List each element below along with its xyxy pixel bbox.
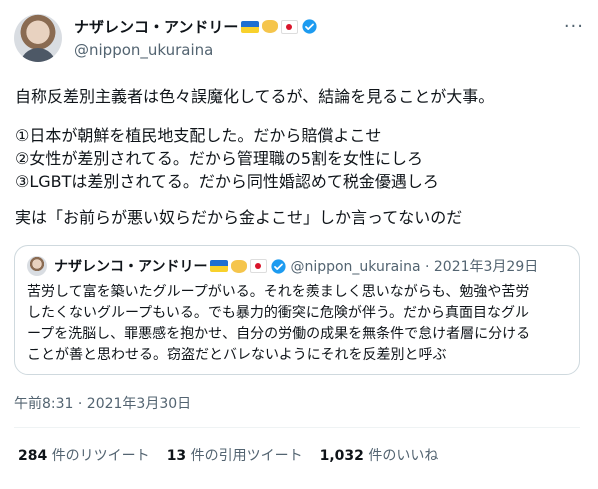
- quoted-tweet-card[interactable]: ナザレンコ・アンドリー @nippon_ukuraina · 2021年3月29…: [14, 245, 580, 375]
- likes-stat[interactable]: 1,032 件のいいね: [320, 445, 439, 465]
- author-name[interactable]: ナザレンコ・アンドリー: [74, 16, 238, 37]
- tweet-text-line: ③LGBTは差別されてる。だから同性婚認めて税金優遇しろ: [15, 172, 439, 191]
- flag-japan-icon: [250, 259, 268, 273]
- quoted-text-line: ことが善と思わせる。窃盗だとバレないようにそれを反差別と呼ぶ: [27, 347, 447, 363]
- tweet-text-line: 自称反差別主義者は色々誤魔化してるが、結論を見ることが大事。: [15, 87, 495, 106]
- likes-count: 1,032: [319, 448, 364, 464]
- divider: [14, 427, 580, 428]
- quoted-tweet-header: ナザレンコ・アンドリー @nippon_ukuraina · 2021年3月29…: [27, 256, 538, 276]
- quoted-text-line: ープを洗脳し、罪悪感を抱かせ、自分の労働の成果を無条件で怠け者層に分ける: [27, 326, 531, 342]
- likes-label: 件のいいね: [368, 448, 439, 464]
- tweet-stats: 284 件のリツイート 13 件の引用ツイート 1,032 件のいいね: [18, 445, 438, 465]
- tweet-text-line: ①日本が朝鮮を植民地支配した。だから賠償よこせ: [15, 126, 382, 145]
- author-avatar[interactable]: [14, 14, 62, 62]
- tweet-text-line: 実は「お前らが悪い奴らだから金よこせ」しか言ってないのだ: [15, 208, 463, 227]
- author-name-row[interactable]: ナザレンコ・アンドリー: [74, 16, 318, 37]
- author-handle[interactable]: @nippon_ukuraina: [74, 41, 213, 59]
- retweets-count: 284: [18, 448, 48, 464]
- handshake-icon: [231, 259, 248, 273]
- quotes-label: 件の引用ツイート: [190, 448, 303, 464]
- retweets-stat[interactable]: 284 件のリツイート: [18, 445, 150, 465]
- tweet-timestamp[interactable]: 午前8:31 · 2021年3月30日: [14, 393, 191, 413]
- quoted-text-line: 苦労して富を築いたグループがいる。それを羨ましく思いながらも、勉強や苦労: [27, 284, 530, 300]
- more-icon[interactable]: ···: [564, 16, 584, 37]
- quoted-tweet-meta: @nippon_ukuraina · 2021年3月29日: [290, 259, 539, 275]
- flag-japan-icon: [281, 19, 299, 34]
- handshake-icon: [262, 20, 279, 33]
- flag-ukraine-icon: [210, 260, 229, 272]
- quoted-author-name: ナザレンコ・アンドリー: [54, 259, 208, 275]
- verified-icon: [302, 19, 317, 34]
- tweet-text-line: ②女性が差別されてる。だから管理職の5割を女性にしろ: [15, 149, 424, 168]
- quotes-stat[interactable]: 13 件の引用ツイート: [167, 445, 303, 465]
- verified-icon: [271, 258, 287, 274]
- quoted-author-avatar: [27, 256, 47, 276]
- flag-ukraine-icon: [241, 20, 260, 33]
- quoted-text-line: したくないグループもいる。でも暴力的衝突に危険が伴う。だから真面目なグル: [27, 305, 530, 321]
- retweets-label: 件のリツイート: [51, 448, 150, 464]
- quotes-count: 13: [166, 448, 187, 464]
